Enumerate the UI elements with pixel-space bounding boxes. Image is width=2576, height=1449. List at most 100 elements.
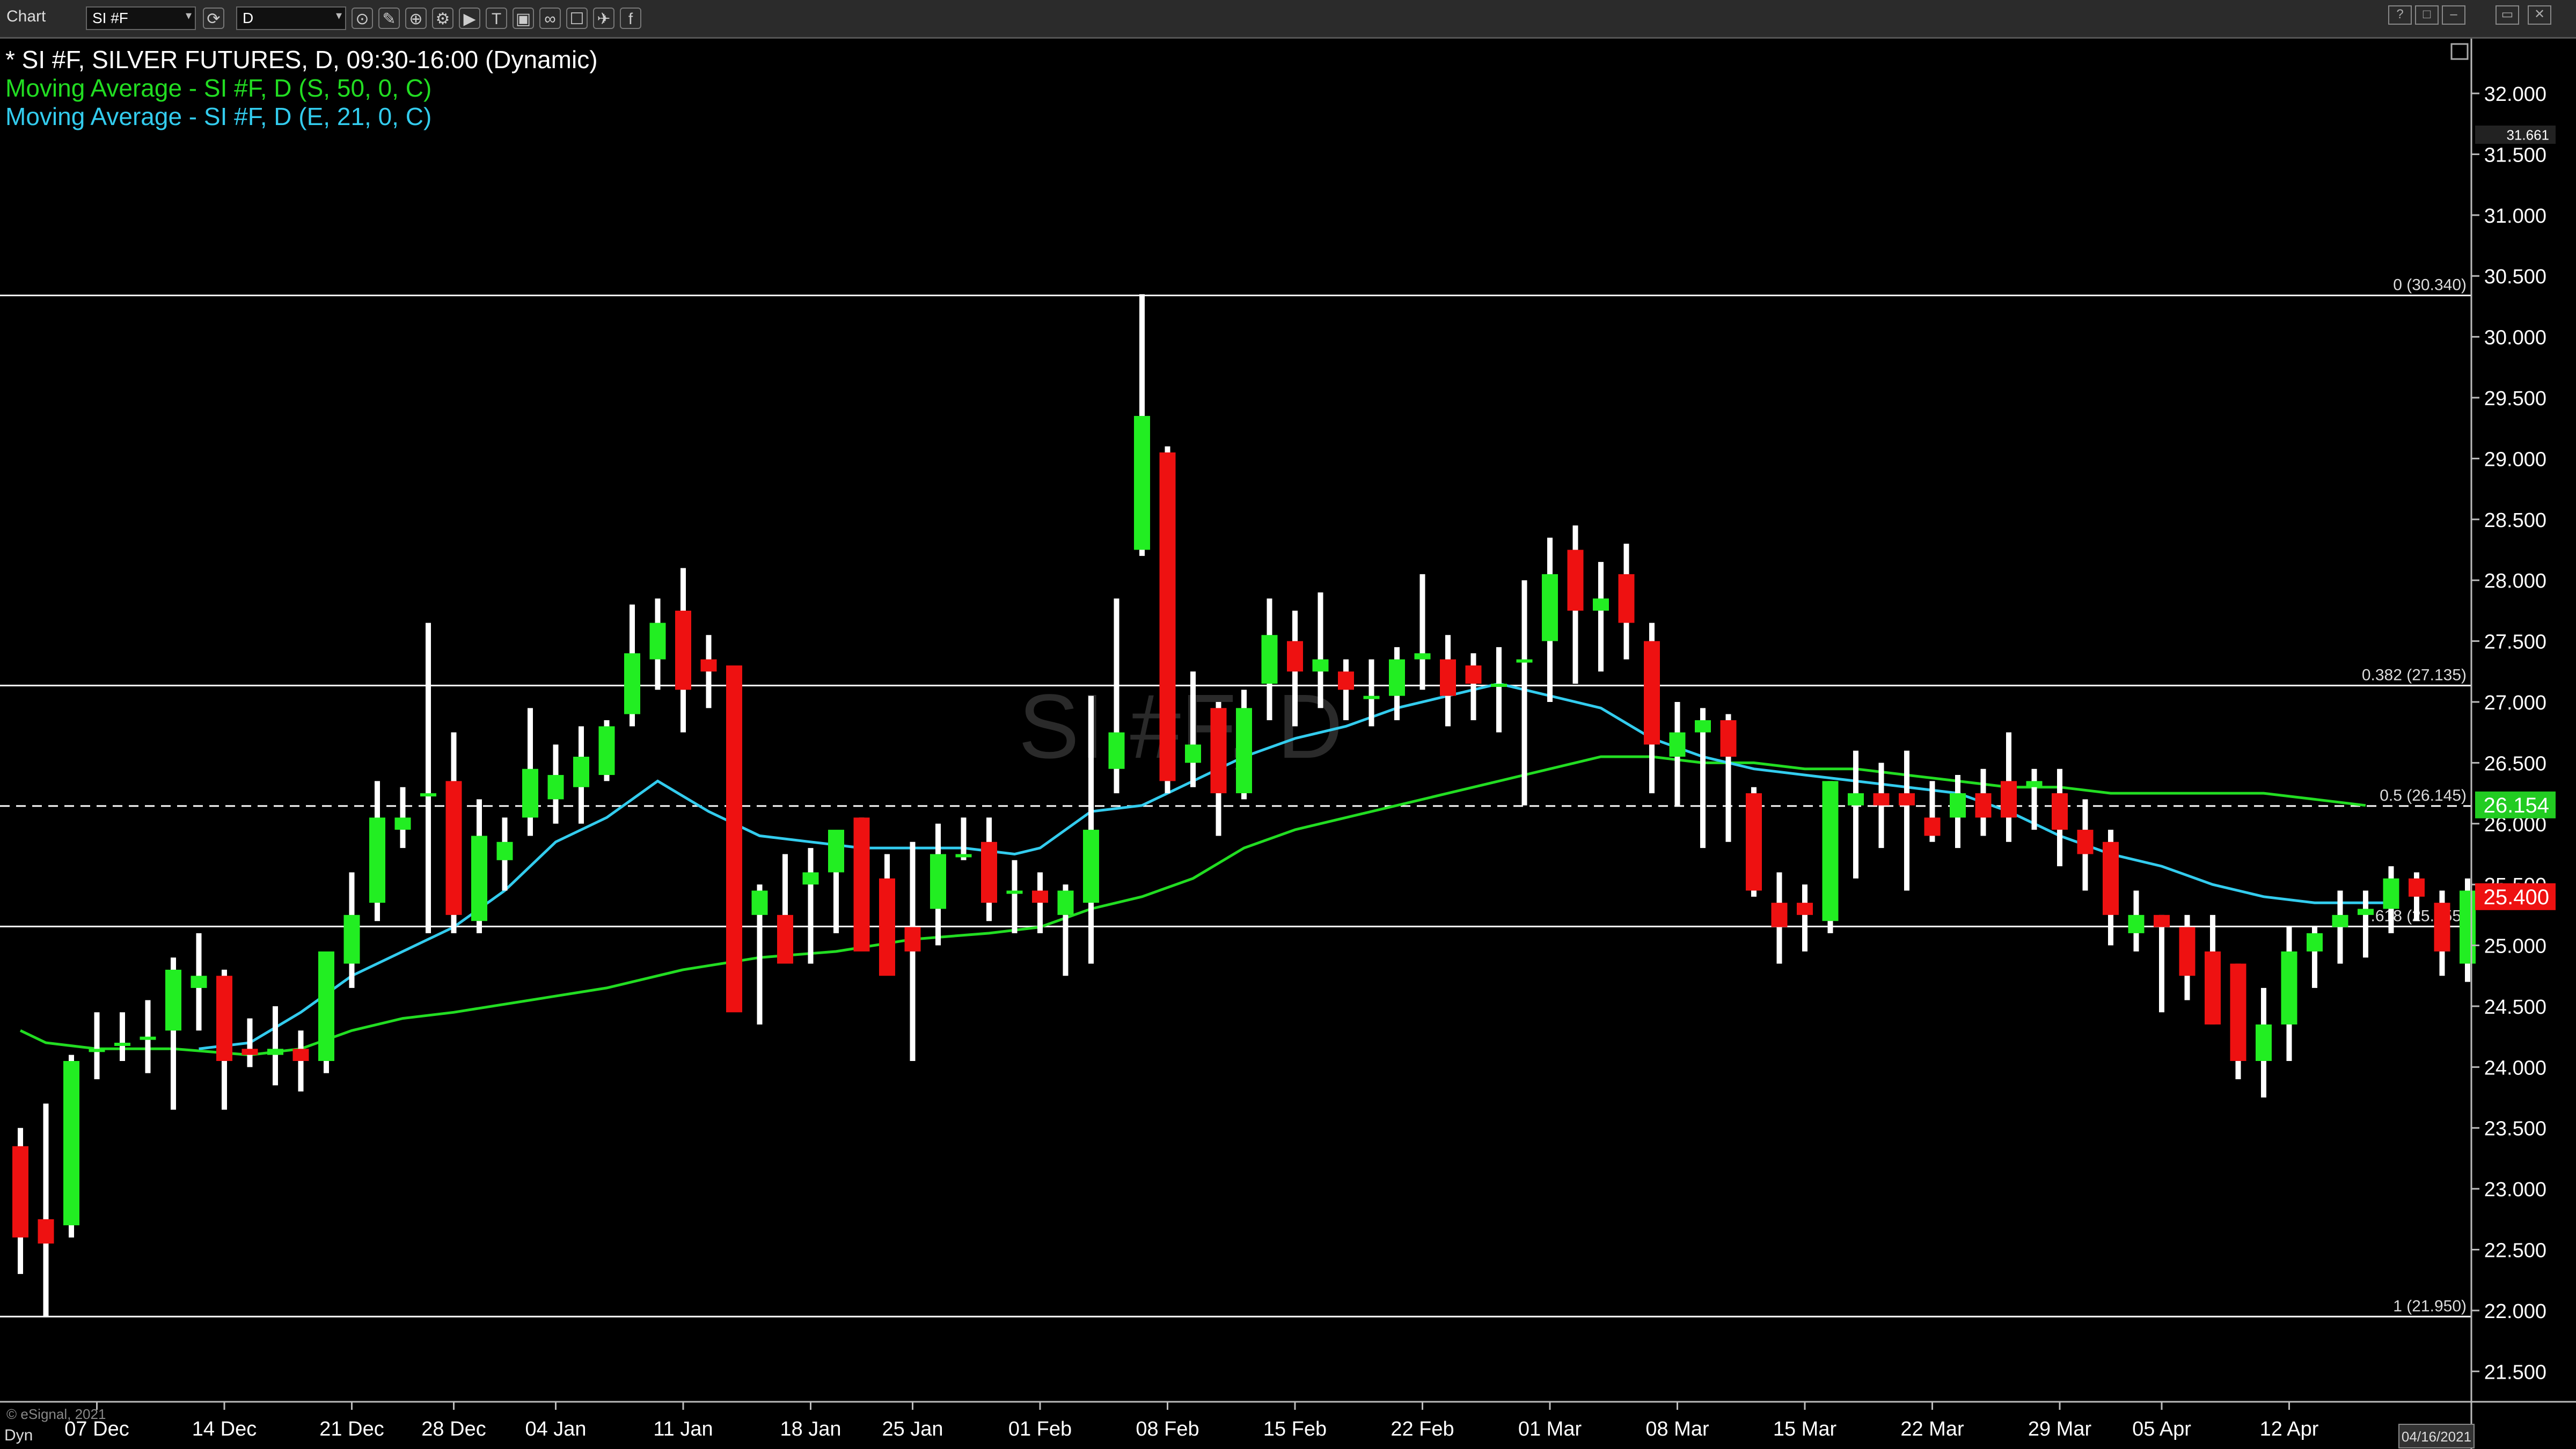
candle-body-down [700, 659, 717, 672]
x-tick-label: 28 Dec [421, 1418, 486, 1440]
candle-body-up [114, 1042, 130, 1046]
candle-body-up [624, 653, 640, 714]
twitter-icon[interactable]: ✈ [593, 8, 614, 29]
chevron-down-icon: ▾ [185, 9, 192, 22]
candle-body-down [853, 817, 870, 952]
candle-body-up [1312, 659, 1329, 672]
candle-body-up [1669, 732, 1686, 757]
candle-body-up [547, 775, 564, 800]
candle-body-up [1593, 598, 1609, 611]
candle-body-down [1465, 665, 1482, 684]
candle-body-down [241, 1049, 258, 1055]
legend-entry-2: Moving Average - SI #F, D (E, 21, 0, C) [5, 103, 432, 130]
minimize-icon[interactable]: – [2442, 5, 2465, 25]
fib-label-2: 0.5 (26.145) [2380, 787, 2467, 804]
symbol-input[interactable]: SI #F ▾ [86, 6, 196, 30]
candle-body-up [1185, 744, 1201, 763]
candle-body-up [1950, 793, 1966, 818]
candle-body-up [1236, 708, 1252, 794]
y-tick-label: 27.500 [2484, 631, 2546, 654]
candle-body-down [2230, 963, 2246, 1061]
candle-body-down [1287, 641, 1303, 672]
interval-input[interactable]: D ▾ [236, 6, 346, 30]
play-icon[interactable]: ▶ [459, 8, 480, 29]
y-tick-label: 24.500 [2484, 996, 2546, 1019]
candle-body-up [1822, 781, 1839, 921]
y-tick-label: 22.500 [2484, 1240, 2546, 1262]
candle-body-up [191, 976, 207, 988]
candle-body-up [1695, 720, 1711, 733]
price-chart[interactable]: SI #F, D 0 (30.340)0.382 (27.135)0.5 (26… [0, 39, 2576, 1449]
y-tick-label: 21.500 [2484, 1361, 2546, 1384]
candle-body-up [267, 1049, 283, 1055]
candle-body-up [2281, 951, 2297, 1024]
candle-body-down [445, 781, 462, 915]
maximize-icon[interactable]: ▭ [2496, 5, 2519, 25]
zoom-icon[interactable]: ⊕ [405, 8, 427, 29]
help-icon[interactable]: ? [2388, 5, 2412, 25]
candle-body-up [165, 969, 181, 1031]
candle-body-up [2307, 933, 2323, 952]
candle-body-up [2358, 909, 2374, 915]
candle-body-down [38, 1219, 54, 1244]
candle-body-up [63, 1061, 79, 1226]
candle-body-down [1720, 720, 1737, 757]
chart-toolbar: Chart SI #F ▾ ⟳ D ▾ ⊙ ✎ ⊕ ⚙ ▶ T ▣ ∞ ☐ ✈ … [0, 0, 2576, 39]
x-tick-label: 29 Mar [2028, 1418, 2092, 1440]
link-icon[interactable]: ∞ [539, 8, 561, 29]
refresh-icon[interactable]: ⟳ [203, 8, 224, 29]
candle-body-up [2460, 890, 2476, 964]
facebook-icon[interactable]: f [620, 8, 641, 29]
candle-body-up [140, 1036, 156, 1040]
text-icon[interactable]: T [486, 8, 507, 29]
symbol-value: SI #F [92, 10, 128, 26]
x-tick-label: 25 Jan [882, 1418, 943, 1440]
candle-body-up [1542, 574, 1558, 641]
pencil-icon[interactable]: ✎ [378, 8, 400, 29]
candle-body-down [904, 927, 921, 952]
x-tick-label: 05 Apr [2132, 1418, 2191, 1440]
app-title: Chart [6, 8, 46, 25]
candle-body-up [1108, 732, 1125, 769]
candle-body-down [1210, 708, 1227, 794]
y-tick-label: 30.500 [2484, 266, 2546, 288]
y-tick-label: 22.000 [2484, 1300, 2546, 1323]
x-tick-label: 12 Apr [2260, 1418, 2319, 1440]
candle-body-up [930, 854, 946, 909]
y-tick-label: 28.500 [2484, 509, 2546, 532]
chat-icon[interactable]: ☐ [566, 8, 588, 29]
y-tick-label: 23.000 [2484, 1179, 2546, 1201]
candle [1159, 446, 1176, 794]
candle-body-up [318, 951, 334, 1061]
fib-label-4: 1 (21.950) [2393, 1297, 2467, 1315]
candle-body-down [675, 610, 691, 690]
candle-body-down [2179, 927, 2196, 976]
candle-body-down [2434, 903, 2450, 952]
settings-icon[interactable]: ⚙ [432, 8, 453, 29]
restore-icon[interactable]: □ [2415, 5, 2439, 25]
candle-body-up [1516, 659, 1533, 663]
candle-body-up [828, 830, 844, 873]
image-icon[interactable]: ▣ [513, 8, 534, 29]
candle-body-down [1924, 817, 1941, 836]
candle [1822, 781, 1839, 933]
candle-body-down [2409, 878, 2425, 897]
y-tick-label: 27.000 [2484, 692, 2546, 714]
candle-body-down [777, 914, 793, 964]
dynamic-mode-label[interactable]: Dyn [4, 1426, 33, 1444]
candle-body-up [1848, 793, 1864, 806]
candle-body-down [2205, 951, 2221, 1024]
close-icon[interactable]: ✕ [2528, 5, 2551, 25]
y-tick-label: 31.000 [2484, 205, 2546, 228]
candle-body-down [1338, 671, 1354, 690]
candle-body-down [1771, 903, 1788, 927]
price-box-label-2: 25.400 [2484, 885, 2549, 909]
candle-body-up [522, 769, 538, 818]
x-tick-label: 08 Feb [1136, 1418, 1199, 1440]
candle-body-up [2383, 878, 2399, 909]
candle-body-down [2001, 781, 2017, 818]
cursor-icon[interactable]: ⊙ [352, 8, 373, 29]
candle-body-up [649, 623, 666, 660]
candle-body-up [394, 817, 411, 830]
price-box-label-1: 26.154 [2484, 794, 2549, 817]
